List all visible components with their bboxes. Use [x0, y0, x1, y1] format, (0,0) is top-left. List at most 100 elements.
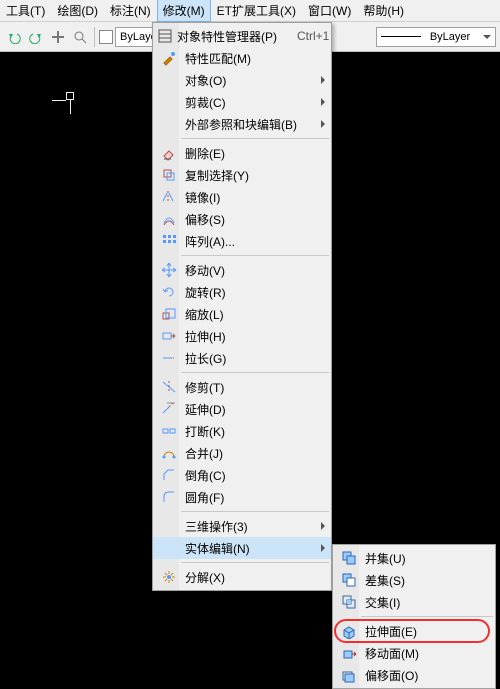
- modify-item-13[interactable]: 旋转(R): [153, 281, 331, 303]
- modify-item-2[interactable]: 对象(O): [153, 69, 331, 91]
- menu-item-label: 剪裁(C): [181, 94, 311, 111]
- properties-icon: [157, 28, 173, 44]
- subtract-icon: [337, 572, 361, 588]
- solidedit-item-0[interactable]: 并集(U): [333, 547, 495, 569]
- solidedit-item-4[interactable]: 拉伸面(E): [333, 620, 495, 642]
- modify-item-21[interactable]: 合并(J): [153, 442, 331, 464]
- explode-icon: [157, 569, 181, 585]
- modify-item-3[interactable]: 剪裁(C): [153, 91, 331, 113]
- menu-item-label: 外部参照和块编辑(B): [181, 116, 311, 133]
- stretch-icon: [157, 328, 181, 344]
- modify-item-23[interactable]: 圆角(F): [153, 486, 331, 508]
- undo-icon[interactable]: [4, 27, 24, 47]
- menu-item-label: 复制选择(Y): [181, 167, 311, 184]
- menu-window[interactable]: 窗口(W): [302, 0, 357, 22]
- shortcut-label: Ctrl+1: [297, 29, 329, 43]
- copy-icon: [157, 167, 181, 183]
- modify-item-6[interactable]: 删除(E): [153, 142, 331, 164]
- modify-item-19[interactable]: 延伸(D): [153, 398, 331, 420]
- menu-item-label: 实体编辑(N): [181, 540, 311, 557]
- menu-item-label: 三维操作(3): [181, 518, 311, 535]
- extend-icon: [157, 401, 181, 417]
- menu-et-tools[interactable]: ET扩展工具(X): [211, 0, 302, 22]
- menu-item-label: 镜像(I): [181, 189, 311, 206]
- ucs-icon: [60, 92, 80, 112]
- modify-item-0[interactable]: 对象特性管理器(P) Ctrl+1: [153, 25, 331, 47]
- solidedit-item-2[interactable]: 交集(I): [333, 591, 495, 613]
- menu-item-label: 差集(S): [361, 572, 475, 589]
- pan-icon[interactable]: [48, 27, 68, 47]
- menu-item-label: 删除(E): [181, 145, 311, 162]
- match-icon: [157, 50, 181, 66]
- offsetface-icon: [337, 667, 361, 683]
- menu-item-label: 移动(V): [181, 262, 311, 279]
- menu-item-label: 阵列(A)...: [181, 233, 311, 250]
- menu-item-label: 对象(O): [181, 72, 311, 89]
- linetype-label: ByLayer: [430, 31, 470, 43]
- modify-item-4[interactable]: 外部参照和块编辑(B): [153, 113, 331, 135]
- modify-item-1[interactable]: 特性匹配(M): [153, 47, 331, 69]
- join-icon: [157, 445, 181, 461]
- solidedit-item-5[interactable]: 移动面(M): [333, 642, 495, 664]
- modify-item-7[interactable]: 复制选择(Y): [153, 164, 331, 186]
- menu-tools[interactable]: 工具(T): [0, 0, 51, 22]
- modify-item-28[interactable]: 分解(X): [153, 566, 331, 588]
- menu-draw[interactable]: 绘图(D): [51, 0, 104, 22]
- trim-icon: [157, 379, 181, 395]
- menu-item-label: 圆角(F): [181, 489, 311, 506]
- modify-item-8[interactable]: 镜像(I): [153, 186, 331, 208]
- menu-item-label: 特性匹配(M): [181, 50, 311, 67]
- color-swatch[interactable]: [99, 30, 113, 44]
- modify-item-25[interactable]: 三维操作(3): [153, 515, 331, 537]
- menu-item-label: 偏移(S): [181, 211, 311, 228]
- modify-item-16[interactable]: 拉长(G): [153, 347, 331, 369]
- intersect-icon: [337, 594, 361, 610]
- extrudeface-icon: [337, 623, 361, 639]
- menu-item-label: 修剪(T): [181, 379, 311, 396]
- menu-item-label: 分解(X): [181, 569, 311, 586]
- menu-item-label: 偏移面(O): [361, 667, 475, 684]
- menu-item-label: 倒角(C): [181, 467, 311, 484]
- union-icon: [337, 550, 361, 566]
- fillet-icon: [157, 489, 181, 505]
- menu-item-label: 缩放(L): [181, 306, 311, 323]
- menu-item-label: 移动面(M): [361, 645, 475, 662]
- menu-item-label: 旋转(R): [181, 284, 311, 301]
- menu-item-label: 合并(J): [181, 445, 311, 462]
- menu-dimension[interactable]: 标注(N): [104, 0, 157, 22]
- menu-item-label: 拉长(G): [181, 350, 311, 367]
- line-sample-icon: [381, 36, 421, 37]
- solid-edit-submenu: 并集(U) 差集(S) 交集(I) 拉伸面(E) 移动面(M) 偏移面(O): [332, 544, 496, 689]
- break-icon: [157, 423, 181, 439]
- chamfer-icon: [157, 467, 181, 483]
- modify-item-9[interactable]: 偏移(S): [153, 208, 331, 230]
- menubar: 工具(T) 绘图(D) 标注(N) 修改(M) ET扩展工具(X) 窗口(W) …: [0, 0, 500, 22]
- redo-icon[interactable]: [26, 27, 46, 47]
- menu-modify[interactable]: 修改(M): [157, 0, 211, 22]
- moveface-icon: [337, 645, 361, 661]
- menu-item-label: 对象特性管理器(P): [173, 28, 277, 45]
- modify-item-15[interactable]: 拉伸(H): [153, 325, 331, 347]
- menu-item-label: 拉伸面(E): [361, 623, 475, 640]
- rotate-icon: [157, 284, 181, 300]
- linetype-combo[interactable]: ByLayer: [376, 27, 496, 47]
- solidedit-item-6[interactable]: 偏移面(O): [333, 664, 495, 686]
- menu-item-label: 并集(U): [361, 550, 475, 567]
- scale-icon: [157, 306, 181, 322]
- zoom-icon[interactable]: [70, 27, 90, 47]
- modify-item-20[interactable]: 打断(K): [153, 420, 331, 442]
- modify-item-10[interactable]: 阵列(A)...: [153, 230, 331, 252]
- lengthen-icon: [157, 350, 181, 366]
- array-icon: [157, 233, 181, 249]
- modify-item-22[interactable]: 倒角(C): [153, 464, 331, 486]
- menu-help[interactable]: 帮助(H): [357, 0, 410, 22]
- offset-icon: [157, 211, 181, 227]
- modify-item-18[interactable]: 修剪(T): [153, 376, 331, 398]
- modify-item-26[interactable]: 实体编辑(N): [153, 537, 331, 559]
- modify-item-14[interactable]: 缩放(L): [153, 303, 331, 325]
- solidedit-item-1[interactable]: 差集(S): [333, 569, 495, 591]
- move-icon: [157, 262, 181, 278]
- modify-menu-popup: 对象特性管理器(P) Ctrl+1 特性匹配(M) 对象(O) 剪裁(C) 外部参照和块编…: [152, 22, 332, 591]
- modify-item-12[interactable]: 移动(V): [153, 259, 331, 281]
- menu-item-label: 拉伸(H): [181, 328, 311, 345]
